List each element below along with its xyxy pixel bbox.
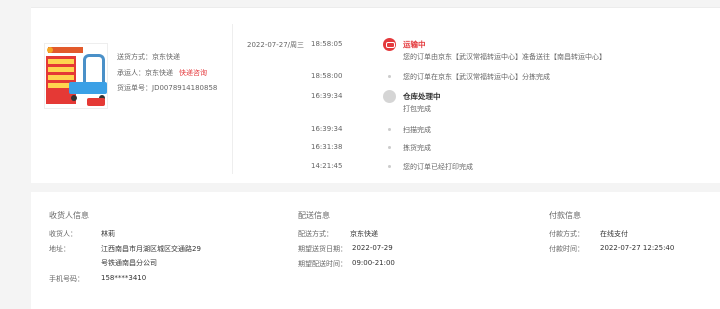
consignee-name-label: 收货人： [49, 230, 77, 238]
courier-inquiry-link[interactable]: 快递咨询 [179, 69, 207, 77]
consignee-section-title: 收货人信息 [49, 211, 89, 220]
carrier-value: 京东快递 [145, 69, 173, 77]
shipping-method-value: 京东快递 [152, 53, 180, 61]
consignee-name-value: 林莉 [101, 230, 115, 238]
event-text: 扫描完成 [403, 126, 431, 134]
delivery-method-value: 京东快递 [350, 230, 378, 238]
event-status-title: 仓库处理中 [403, 92, 441, 101]
event-time: 18:58:05 [311, 40, 343, 48]
payment-time-label: 付款时间： [549, 245, 584, 253]
vertical-divider [232, 24, 233, 174]
event-time: 18:58:00 [311, 72, 343, 80]
address-label: 地址： [49, 245, 70, 253]
brand-logo [47, 47, 83, 53]
event-text: 您的订单由京东【武汉常福转运中心】准备送往【南昌转运中心】 [403, 53, 606, 61]
delivery-section-title: 配送信息 [298, 211, 330, 220]
event-text: 拣货完成 [403, 144, 431, 152]
timeline-dot [388, 128, 391, 131]
event-time: 16:39:34 [311, 125, 343, 133]
event-text: 您的订单已经打印完成 [403, 163, 473, 171]
order-info-card: 收货人信息 收货人： 林莉 地址： 江西南昌市月湖区城区交通路29 号铁通南昌分… [31, 192, 720, 309]
phone-value: 158****3410 [101, 274, 147, 282]
in-transit-status-icon [383, 38, 396, 51]
payment-method-label: 付款方式： [549, 230, 584, 238]
tracking-number-value: JD0078914180858 [152, 84, 218, 92]
logistics-tracking-card: 送货方式：京东快递 承运人：京东快递 快递咨询 货运单号：JD0078914180… [31, 0, 720, 183]
expected-date-value: 2022-07-29 [352, 244, 393, 252]
shipping-method-label: 送货方式： [117, 53, 152, 61]
carrier-label: 承运人： [117, 69, 145, 77]
delivery-method-label: 配送方式： [298, 230, 333, 238]
phone-label: 手机号码： [49, 275, 84, 283]
event-status-title: 运输中 [403, 40, 426, 49]
event-text: 打包完成 [403, 105, 431, 113]
carrier-row: 承运人：京东快递 快递咨询 [117, 68, 207, 78]
event-time: 16:39:34 [311, 92, 343, 100]
event-text: 您的订单在京东【武汉常福转运中心】分拣完成 [403, 73, 550, 81]
address-line-2: 号铁通南昌分公司 [101, 259, 157, 267]
price-tag [87, 98, 105, 106]
card-top-edge [31, 0, 720, 8]
timeline-dot [388, 165, 391, 168]
warehouse-status-icon [383, 90, 396, 103]
cart-handle-graphic [83, 54, 105, 82]
address-line-1: 江西南昌市月湖区城区交通路29 [101, 245, 201, 253]
shipping-method-row: 送货方式：京东快递 [117, 52, 180, 62]
payment-section-title: 付款信息 [549, 211, 581, 220]
expected-time-value: 09:00-21:00 [352, 259, 395, 267]
product-thumbnail[interactable] [44, 43, 108, 109]
timeline-dot [388, 75, 391, 78]
payment-time-value: 2022-07-27 12:25:40 [600, 244, 675, 252]
tracking-number-label: 货运单号： [117, 84, 152, 92]
timeline-date: 2022-07-27/周三 [247, 41, 305, 49]
event-time: 14:21:45 [311, 162, 343, 170]
cart-base-graphic [69, 82, 107, 94]
wheel-graphic [71, 95, 77, 101]
timeline-dot [388, 146, 391, 149]
payment-method-value: 在线支付 [600, 230, 628, 238]
tracking-number-row: 货运单号：JD0078914180858 [117, 83, 217, 93]
event-time: 16:31:38 [311, 143, 343, 151]
expected-time-label: 期望配送时间： [298, 260, 347, 268]
expected-date-label: 期望送货日期： [298, 245, 347, 253]
